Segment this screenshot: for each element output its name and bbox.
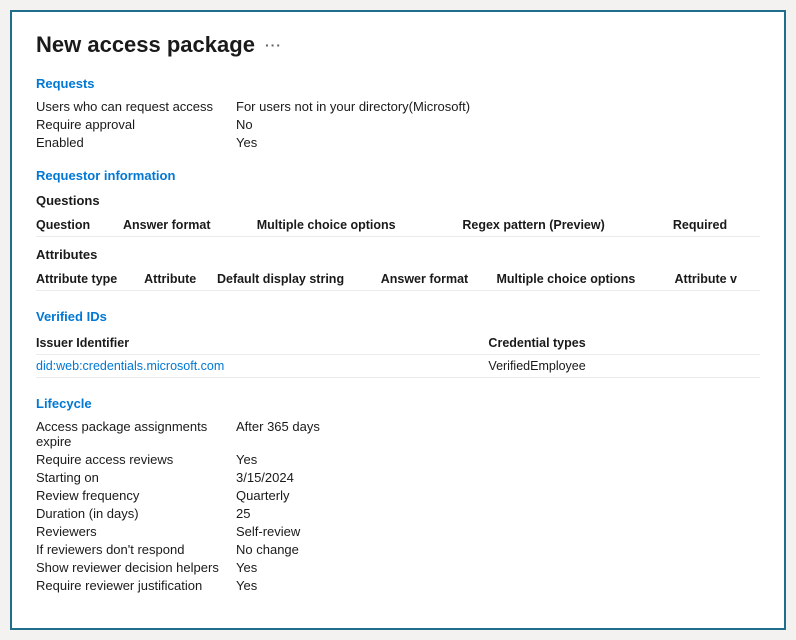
lifecycle-info-grid: Access package assignments expire After … — [36, 419, 760, 593]
attributes-table: Attribute type Attribute Default display… — [36, 268, 760, 291]
value-require-approval: No — [236, 117, 760, 132]
th-default-display: Default display string — [217, 268, 381, 291]
th-required: Required — [673, 214, 760, 237]
questions-table-container: Question Answer format Multiple choice o… — [36, 214, 760, 237]
th-attr-v: Attribute v — [675, 268, 761, 291]
label-reviewers: Reviewers — [36, 524, 236, 539]
th-answer-format: Answer format — [123, 214, 257, 237]
th-multiple-choice: Multiple choice options — [257, 214, 463, 237]
section-requests: Requests — [36, 76, 760, 91]
verified-id-row: did:web:credentials.microsoft.com Verifi… — [36, 355, 760, 378]
ellipsis-button[interactable]: ··· — [265, 37, 282, 53]
th-attr-answer-format: Answer format — [381, 268, 497, 291]
value-enabled: Yes — [236, 135, 760, 150]
label-reviewer-justification: Require reviewer justification — [36, 578, 236, 593]
th-attr-multiple-choice: Multiple choice options — [496, 268, 674, 291]
label-enabled: Enabled — [36, 135, 236, 150]
section-lifecycle: Lifecycle — [36, 396, 760, 411]
value-reviewer-justification: Yes — [236, 578, 760, 593]
value-duration: 25 — [236, 506, 760, 521]
issuer-id-value: did:web:credentials.microsoft.com — [36, 355, 408, 378]
subsection-attributes: Attributes — [36, 247, 760, 262]
section-requestor-info: Requestor information — [36, 168, 760, 183]
th-attr-type: Attribute type — [36, 268, 144, 291]
verified-ids-tbody: did:web:credentials.microsoft.com Verifi… — [36, 355, 760, 378]
page-title-row: New access package ··· — [36, 32, 760, 58]
value-starting-on: 3/15/2024 — [236, 470, 760, 485]
th-credential-types: Credential types — [408, 332, 760, 355]
section-verified-ids: Verified IDs — [36, 309, 760, 324]
value-assignments-expire: After 365 days — [236, 419, 760, 449]
value-decision-helpers: Yes — [236, 560, 760, 575]
verified-ids-table: Issuer Identifier Credential types did:w… — [36, 332, 760, 378]
label-duration: Duration (in days) — [36, 506, 236, 521]
value-users-request: For users not in your directory(Microsof… — [236, 99, 760, 114]
attributes-header-row: Attribute type Attribute Default display… — [36, 268, 760, 291]
main-window: New access package ··· Requests Users wh… — [10, 10, 786, 630]
label-require-approval: Require approval — [36, 117, 236, 132]
label-require-access-reviews: Require access reviews — [36, 452, 236, 467]
label-decision-helpers: Show reviewer decision helpers — [36, 560, 236, 575]
verified-ids-section: Issuer Identifier Credential types did:w… — [36, 332, 760, 378]
label-if-no-respond: If reviewers don't respond — [36, 542, 236, 557]
th-question: Question — [36, 214, 123, 237]
th-attribute: Attribute — [144, 268, 217, 291]
subsection-questions: Questions — [36, 193, 760, 208]
label-starting-on: Starting on — [36, 470, 236, 485]
th-issuer-identifier: Issuer Identifier — [36, 332, 408, 355]
label-users-request: Users who can request access — [36, 99, 236, 114]
th-regex-pattern: Regex pattern (Preview) — [462, 214, 673, 237]
label-review-frequency: Review frequency — [36, 488, 236, 503]
issuer-link[interactable]: did:web:credentials.microsoft.com — [36, 359, 224, 373]
attributes-table-container: Attribute type Attribute Default display… — [36, 268, 760, 291]
credential-type-value: VerifiedEmployee — [408, 355, 760, 378]
value-review-frequency: Quarterly — [236, 488, 760, 503]
questions-header-row: Question Answer format Multiple choice o… — [36, 214, 760, 237]
requests-info-grid: Users who can request access For users n… — [36, 99, 760, 150]
questions-table: Question Answer format Multiple choice o… — [36, 214, 760, 237]
value-if-no-respond: No change — [236, 542, 760, 557]
value-reviewers: Self-review — [236, 524, 760, 539]
verified-ids-header-row: Issuer Identifier Credential types — [36, 332, 760, 355]
page-title: New access package — [36, 32, 255, 58]
value-require-access-reviews: Yes — [236, 452, 760, 467]
label-assignments-expire: Access package assignments expire — [36, 419, 236, 449]
